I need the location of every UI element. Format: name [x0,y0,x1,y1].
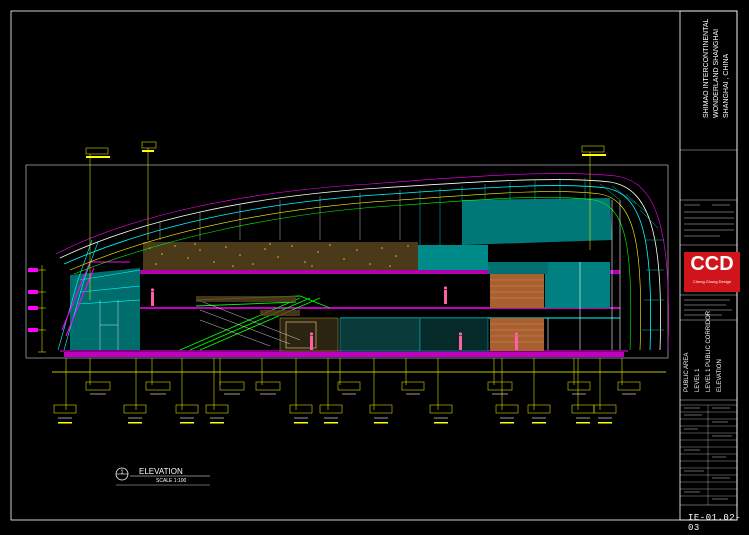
drawing-sheet: SHIMAO INTERCONTINENTAL WONDERLAND SHANG… [0,0,749,533]
right-wall-volume [418,245,488,270]
logo-tagline: Cheng Chung Design [692,279,732,284]
sheet-number: IE-01.02-03 [688,513,742,533]
drawing-title: LEVEL 1 PUBLIC CORRIDOR [706,310,712,392]
project-line-3: SHANGHAI , CHINA [723,53,730,118]
project-line-2: WONDERLAND SHANGHAI [713,28,720,118]
elevation-number: 1 [120,470,124,476]
project-line-1: SHIMAO INTERCONTINENTAL [703,18,710,118]
right-tower [545,262,610,308]
title-block-rows [680,404,737,505]
ground-floor-slab [64,352,624,357]
level-label: LEVEL 1 [695,368,701,392]
timber-panel-upper [490,274,544,308]
left-dimensions [38,265,46,353]
view-label: ELEVATION [717,359,723,392]
logo-name: CCD [690,253,734,275]
left-wall-volume [70,268,140,350]
elevation-drawing [10,10,738,521]
ccd-logo-icon: CCD Cheng Chung Design [684,252,740,292]
elevation-title: ELEVATION [139,467,183,476]
elevation-scale: SCALE 1:100 [156,478,187,484]
canopy-wall [462,198,612,245]
upper-wall-band [143,242,418,270]
area-label: PUBLIC AREA [684,352,690,392]
bottom-tags [53,358,641,414]
